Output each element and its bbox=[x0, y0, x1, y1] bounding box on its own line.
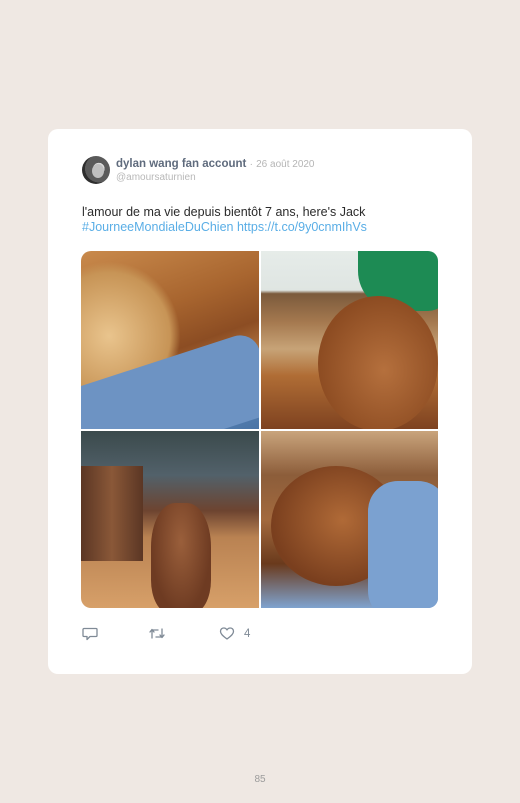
tweet-actions: 4 bbox=[82, 626, 382, 646]
photo-4[interactable] bbox=[260, 430, 438, 608]
display-name[interactable]: dylan wang fan account bbox=[116, 158, 246, 170]
tweet-text: l'amour de ma vie depuis bientôt 7 ans, … bbox=[82, 205, 452, 235]
photo-1[interactable] bbox=[81, 251, 259, 429]
photo-grid bbox=[81, 251, 438, 608]
name-line: dylan wang fan account · 26 août 2020 bbox=[116, 158, 315, 170]
like-button[interactable]: 4 bbox=[219, 626, 250, 641]
retweet-icon bbox=[148, 626, 166, 641]
like-count: 4 bbox=[244, 627, 251, 640]
hashtag-link[interactable]: #JourneeMondialeDuChien bbox=[82, 220, 234, 234]
separator: · bbox=[249, 159, 253, 170]
photo-3[interactable] bbox=[81, 430, 259, 608]
user-handle[interactable]: @amoursaturnien bbox=[116, 172, 196, 183]
page-number: 85 bbox=[254, 774, 266, 785]
reply-button[interactable] bbox=[82, 626, 98, 641]
heart-icon bbox=[219, 626, 235, 641]
tweet-body: l'amour de ma vie depuis bientôt 7 ans, … bbox=[82, 205, 366, 219]
tweet-card: dylan wang fan account · 26 août 2020 @a… bbox=[48, 129, 472, 674]
retweet-button[interactable] bbox=[148, 626, 166, 641]
photo-2[interactable] bbox=[260, 251, 438, 429]
url-link[interactable]: https://t.co/9y0cnmIhVs bbox=[237, 220, 367, 234]
reply-icon bbox=[82, 626, 98, 641]
tweet-date[interactable]: 26 août 2020 bbox=[256, 159, 314, 170]
avatar[interactable] bbox=[82, 156, 110, 184]
